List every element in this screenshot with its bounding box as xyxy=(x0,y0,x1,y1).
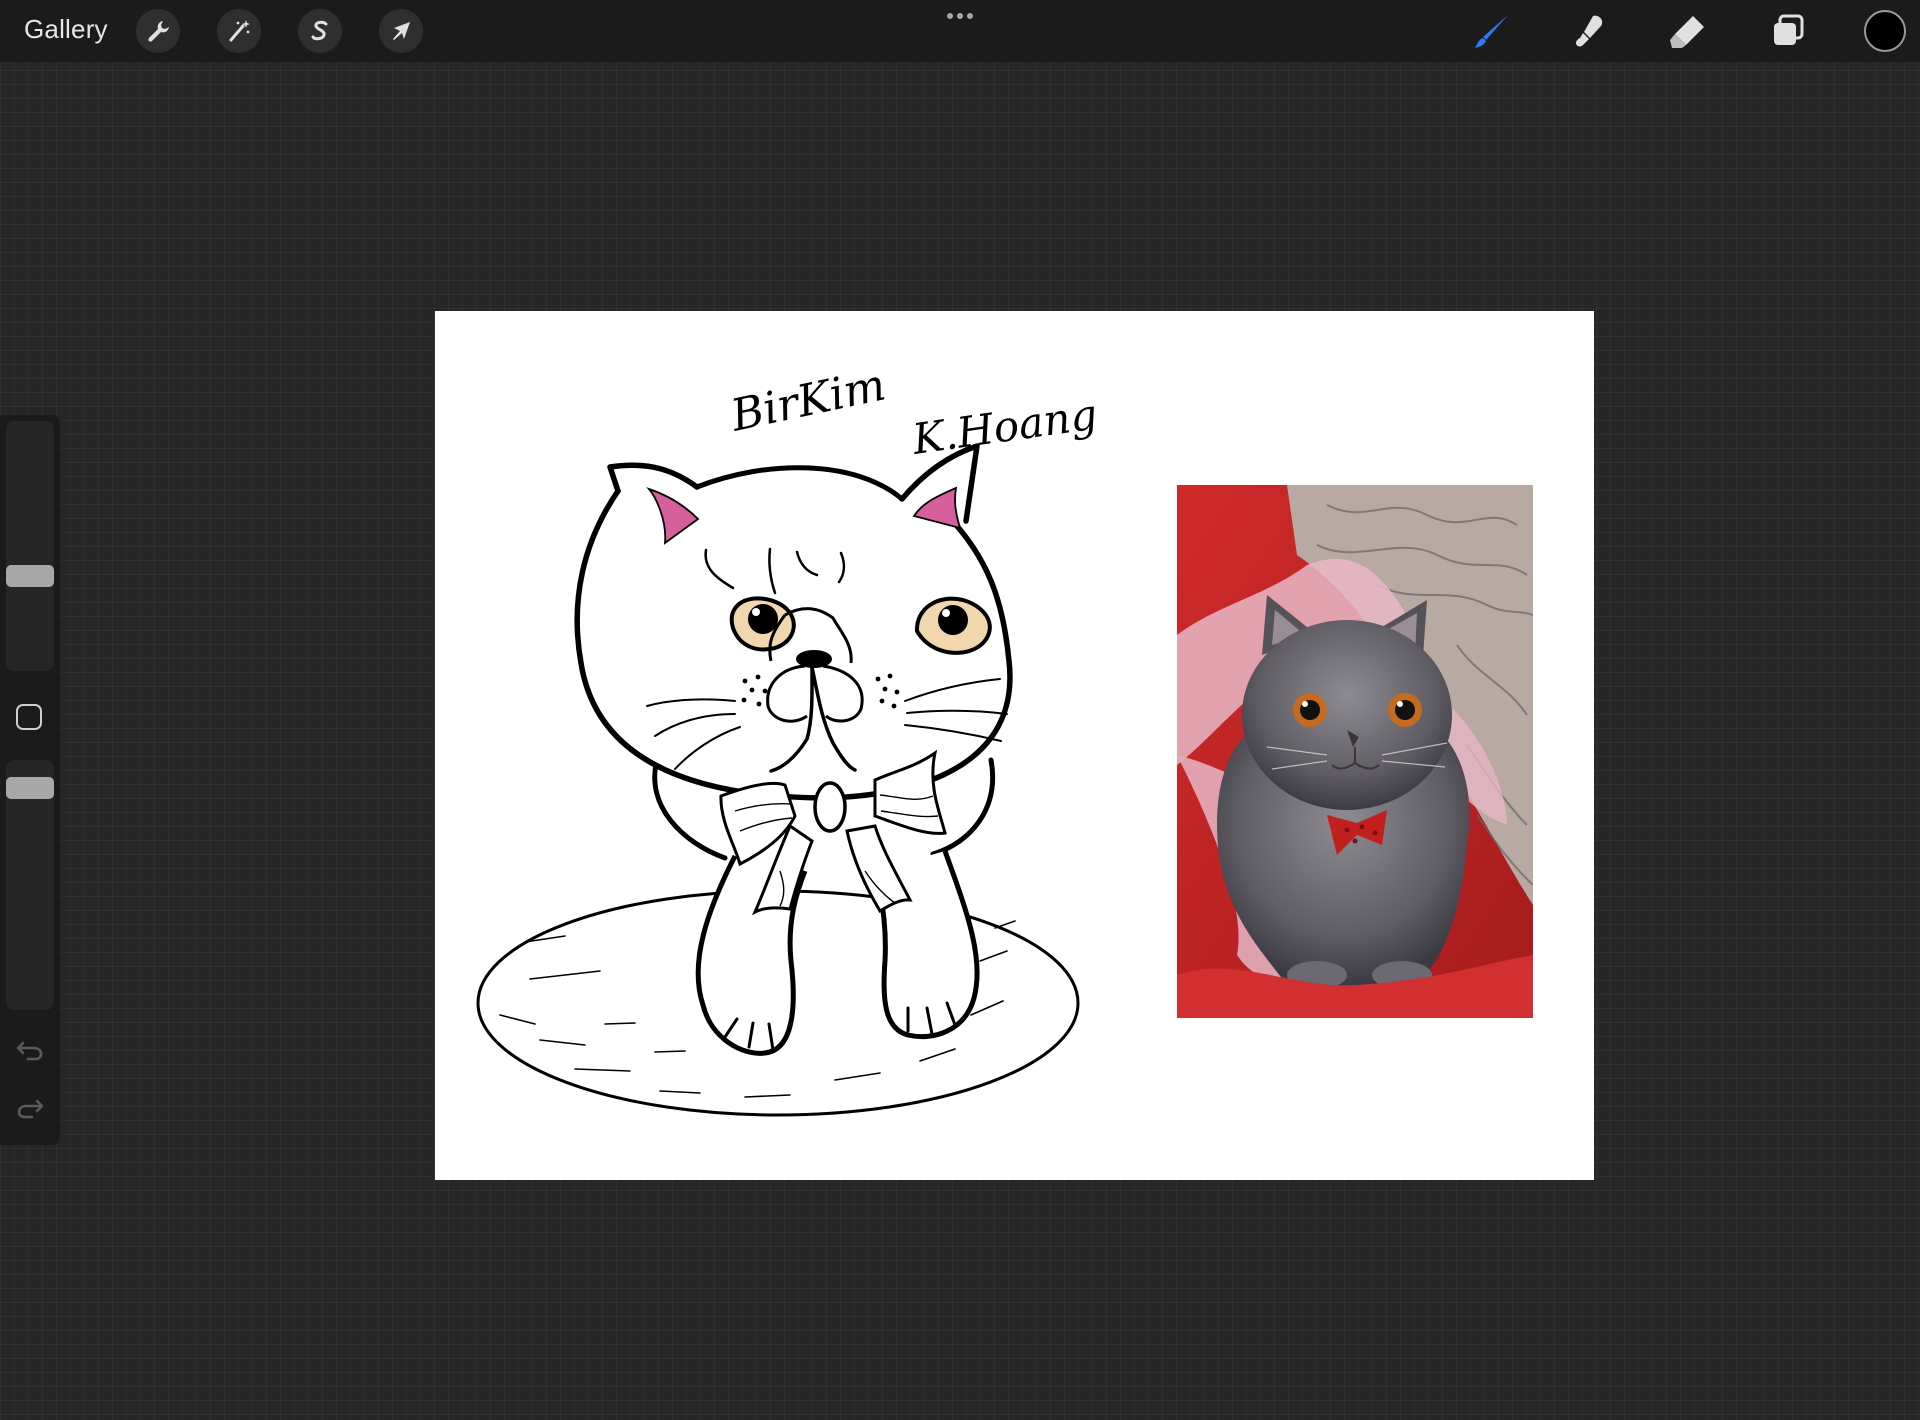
left-sidebar xyxy=(0,415,60,1145)
eraser-tool-button[interactable] xyxy=(1666,10,1710,54)
magic-wand-icon xyxy=(229,20,250,42)
color-picker-button[interactable] xyxy=(1864,10,1906,52)
wrench-icon xyxy=(148,21,169,42)
gallery-button[interactable]: Gallery xyxy=(24,14,108,45)
selection-button[interactable] xyxy=(298,9,342,53)
top-toolbar: Gallery xyxy=(0,0,1920,62)
smudge-tool-button[interactable] xyxy=(1568,10,1612,54)
drawing-canvas[interactable]: BirKim K.Hoang xyxy=(435,311,1594,1180)
handwritten-name-birkim: BirKim xyxy=(726,359,890,442)
adjustments-button[interactable] xyxy=(217,9,261,53)
opacity-slider-handle[interactable] xyxy=(6,777,54,799)
brush-tool-button[interactable] xyxy=(1470,10,1514,54)
layers-button[interactable] xyxy=(1766,10,1810,54)
selection-s-icon xyxy=(311,20,328,41)
cat-photo-image xyxy=(1177,485,1533,1018)
reference-photo[interactable] xyxy=(1177,485,1533,1018)
actions-button[interactable] xyxy=(136,9,180,53)
brush-size-slider[interactable] xyxy=(6,421,54,671)
transform-button[interactable] xyxy=(379,9,423,53)
arrow-cursor-icon xyxy=(393,22,410,40)
redo-icon[interactable] xyxy=(14,1093,46,1121)
handwritten-name-khoang: K.Hoang xyxy=(909,390,1101,464)
brush-size-slider-handle[interactable] xyxy=(6,565,54,587)
modify-button[interactable] xyxy=(16,704,42,730)
eraser-icon xyxy=(1670,16,1704,48)
brush-icon xyxy=(1475,15,1508,48)
ellipsis-icon[interactable] xyxy=(945,10,975,22)
undo-icon[interactable] xyxy=(14,1035,46,1063)
layers-icon xyxy=(1774,14,1804,45)
smudge-icon xyxy=(1576,15,1603,47)
